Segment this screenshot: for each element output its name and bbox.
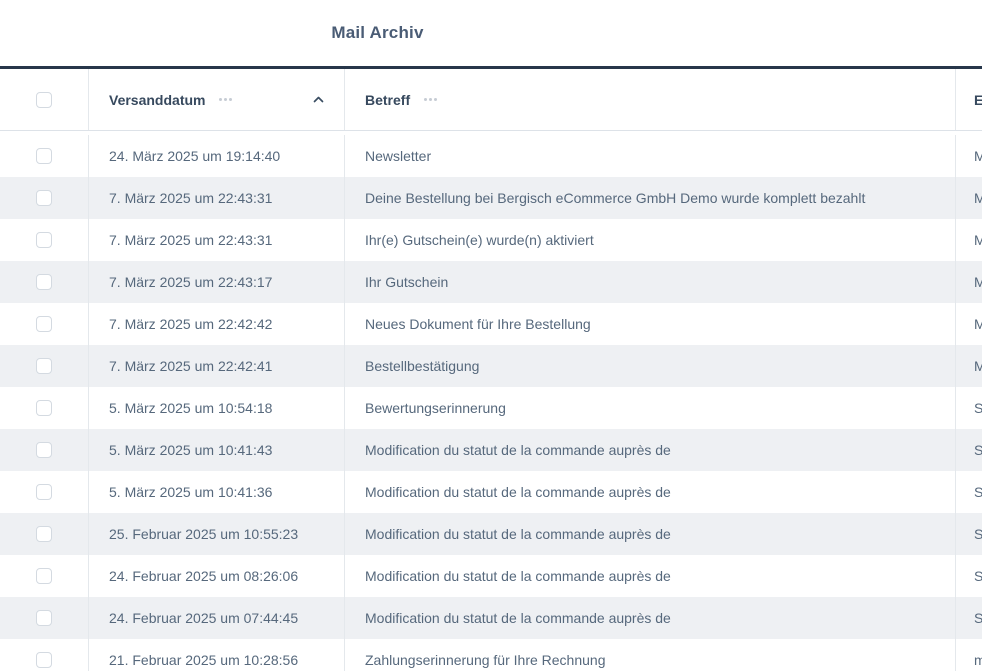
table-row[interactable]: 24. Februar 2025 um 08:26:06 Modificatio… <box>0 555 982 597</box>
row-checkbox[interactable] <box>36 442 52 458</box>
cell-select <box>0 177 88 219</box>
cell-betreff: Ihr(e) Gutschein(e) wurde(n) aktiviert <box>344 219 955 261</box>
cell-empfaenger: S <box>955 513 982 555</box>
cell-select <box>0 597 88 639</box>
table-row[interactable]: 21. Februar 2025 um 10:28:56 Zahlungseri… <box>0 639 982 671</box>
top-bar: Mail Archiv <box>0 0 982 66</box>
row-checkbox[interactable] <box>36 484 52 500</box>
table-row[interactable]: 7. März 2025 um 22:42:42 Neues Dokument … <box>0 303 982 345</box>
cell-betreff: Bewertungserinnerung <box>344 387 955 429</box>
cell-betreff: Ihr Gutschein <box>344 261 955 303</box>
cell-versanddatum: 24. Februar 2025 um 07:44:45 <box>88 597 344 639</box>
cell-select <box>0 555 88 597</box>
row-checkbox[interactable] <box>36 526 52 542</box>
row-checkbox[interactable] <box>36 316 52 332</box>
row-checkbox[interactable] <box>36 400 52 416</box>
cell-betreff: Modification du statut de la commande au… <box>344 471 955 513</box>
cell-betreff: Deine Bestellung bei Bergisch eCommerce … <box>344 177 955 219</box>
cell-versanddatum: 7. März 2025 um 22:43:17 <box>88 261 344 303</box>
table-row[interactable]: 24. März 2025 um 19:14:40 Newsletter M <box>0 135 982 177</box>
row-checkbox[interactable] <box>36 568 52 584</box>
cell-betreff: Modification du statut de la commande au… <box>344 597 955 639</box>
cell-betreff: Bestellbestätigung <box>344 345 955 387</box>
cell-versanddatum: 5. März 2025 um 10:41:43 <box>88 429 344 471</box>
table-row[interactable]: 7. März 2025 um 22:42:41 Bestellbestätig… <box>0 345 982 387</box>
cell-betreff: Modification du statut de la commande au… <box>344 513 955 555</box>
cell-betreff: Newsletter <box>344 135 955 177</box>
cell-empfaenger: M <box>955 303 982 345</box>
cell-empfaenger: M <box>955 219 982 261</box>
cell-select <box>0 471 88 513</box>
cell-versanddatum: 24. Februar 2025 um 08:26:06 <box>88 555 344 597</box>
cell-versanddatum: 5. März 2025 um 10:54:18 <box>88 387 344 429</box>
cell-versanddatum: 5. März 2025 um 10:41:36 <box>88 471 344 513</box>
cell-empfaenger: M <box>955 261 982 303</box>
context-menu-icon[interactable] <box>424 98 437 101</box>
sort-asc-icon[interactable] <box>313 96 324 103</box>
cell-empfaenger: S <box>955 387 982 429</box>
row-checkbox[interactable] <box>36 148 52 164</box>
table-row[interactable]: 7. März 2025 um 22:43:31 Deine Bestellun… <box>0 177 982 219</box>
cell-empfaenger: S <box>955 555 982 597</box>
cell-select <box>0 261 88 303</box>
select-all-checkbox[interactable] <box>36 92 52 108</box>
cell-empfaenger: M <box>955 177 982 219</box>
cell-empfaenger: S <box>955 597 982 639</box>
column-label-versanddatum: Versanddatum <box>109 92 205 108</box>
row-checkbox[interactable] <box>36 652 52 668</box>
cell-empfaenger: S <box>955 429 982 471</box>
cell-versanddatum: 7. März 2025 um 22:43:31 <box>88 219 344 261</box>
cell-select <box>0 135 88 177</box>
cell-empfaenger: S <box>955 471 982 513</box>
cell-betreff: Modification du statut de la commande au… <box>344 429 955 471</box>
cell-empfaenger: M <box>955 135 982 177</box>
table-row[interactable]: 5. März 2025 um 10:54:18 Bewertungserinn… <box>0 387 982 429</box>
cell-versanddatum: 7. März 2025 um 22:43:31 <box>88 177 344 219</box>
table-header-row: Versanddatum Betreff E <box>0 69 982 131</box>
cell-versanddatum: 25. Februar 2025 um 10:55:23 <box>88 513 344 555</box>
table-row[interactable]: 7. März 2025 um 22:43:17 Ihr Gutschein M <box>0 261 982 303</box>
cell-versanddatum: 21. Februar 2025 um 10:28:56 <box>88 639 344 671</box>
cell-betreff: Neues Dokument für Ihre Bestellung <box>344 303 955 345</box>
table-body: 24. März 2025 um 19:14:40 Newsletter M 7… <box>0 131 982 671</box>
cell-select <box>0 639 88 671</box>
page-title: Mail Archiv <box>0 23 755 43</box>
column-header-betreff[interactable]: Betreff <box>344 69 955 130</box>
cell-select <box>0 303 88 345</box>
table-row[interactable]: 5. März 2025 um 10:41:36 Modification du… <box>0 471 982 513</box>
row-checkbox[interactable] <box>36 232 52 248</box>
row-checkbox[interactable] <box>36 274 52 290</box>
cell-select <box>0 429 88 471</box>
cell-select <box>0 387 88 429</box>
column-header-versanddatum[interactable]: Versanddatum <box>88 69 344 130</box>
table-row[interactable]: 7. März 2025 um 22:43:31 Ihr(e) Gutschei… <box>0 219 982 261</box>
row-checkbox[interactable] <box>36 358 52 374</box>
table-row[interactable]: 5. März 2025 um 10:41:43 Modification du… <box>0 429 982 471</box>
cell-select <box>0 219 88 261</box>
cell-empfaenger: m <box>955 639 982 671</box>
column-header-empfaenger[interactable]: E <box>955 69 982 130</box>
row-checkbox[interactable] <box>36 610 52 626</box>
table-row[interactable]: 25. Februar 2025 um 10:55:23 Modificatio… <box>0 513 982 555</box>
column-label-betreff: Betreff <box>365 92 410 108</box>
mail-archive-table: Versanddatum Betreff E 24. März 2025 um … <box>0 69 982 671</box>
cell-versanddatum: 7. März 2025 um 22:42:41 <box>88 345 344 387</box>
column-label-empfaenger: E <box>974 92 982 108</box>
cell-betreff: Modification du statut de la commande au… <box>344 555 955 597</box>
cell-versanddatum: 7. März 2025 um 22:42:42 <box>88 303 344 345</box>
cell-empfaenger: M <box>955 345 982 387</box>
table-row[interactable]: 24. Februar 2025 um 07:44:45 Modificatio… <box>0 597 982 639</box>
row-checkbox[interactable] <box>36 190 52 206</box>
cell-select <box>0 345 88 387</box>
cell-betreff: Zahlungserinnerung für Ihre Rechnung <box>344 639 955 671</box>
header-cell-select <box>0 69 88 130</box>
context-menu-icon[interactable] <box>219 98 232 101</box>
cell-select <box>0 513 88 555</box>
cell-versanddatum: 24. März 2025 um 19:14:40 <box>88 135 344 177</box>
